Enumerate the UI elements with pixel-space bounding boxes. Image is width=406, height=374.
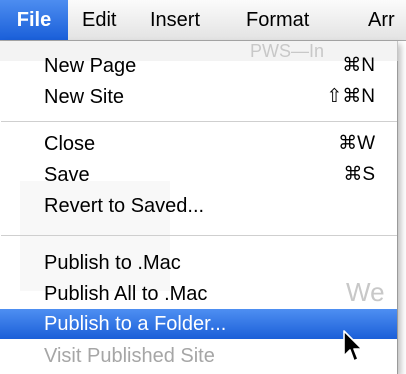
- menu-item-new-page[interactable]: New Page ⌘N: [0, 51, 397, 81]
- menu-arrange[interactable]: Arr: [368, 0, 395, 40]
- menu-item-visit-published-site: Visit Published Site: [0, 341, 397, 371]
- menu-item-label: New Page: [44, 55, 137, 77]
- menu-item-label: Revert to Saved...: [44, 195, 205, 217]
- menu-item-label: Publish to a Folder...: [44, 313, 227, 335]
- menu-file[interactable]: File: [0, 0, 68, 40]
- file-menu-dropdown: PWS—In We New Page ⌘N New Site ⇧⌘N Close…: [0, 41, 398, 374]
- menu-separator: [1, 235, 397, 236]
- menu-insert[interactable]: Insert: [150, 0, 200, 40]
- menu-item-revert-to-saved[interactable]: Revert to Saved...: [0, 191, 397, 221]
- menu-item-publish-to-mac[interactable]: Publish to .Mac: [0, 248, 397, 278]
- menu-item-label: Publish to .Mac: [44, 252, 181, 274]
- menu-item-label: New Site: [44, 86, 125, 108]
- menu-item-new-site[interactable]: New Site ⇧⌘N: [0, 82, 397, 112]
- menu-item-shortcut: ⇧⌘N: [326, 86, 375, 107]
- menu-item-label: Visit Published Site: [44, 345, 215, 367]
- menu-item-shortcut: ⌘N: [342, 55, 375, 76]
- menu-item-label: Save: [44, 164, 90, 186]
- menu-edit[interactable]: Edit: [82, 0, 116, 40]
- menu-item-save[interactable]: Save ⌘S: [0, 160, 397, 190]
- menu-format[interactable]: Format: [246, 0, 309, 40]
- mouse-pointer-icon: [343, 330, 363, 362]
- menu-item-label: Publish All to .Mac: [44, 283, 208, 305]
- menu-item-publish-to-folder[interactable]: Publish to a Folder...: [0, 309, 397, 339]
- menu-item-publish-all-to-mac[interactable]: Publish All to .Mac: [0, 279, 397, 309]
- menu-item-shortcut: ⌘W: [338, 133, 375, 154]
- screen: File Edit Insert Format Arr PWS—In We Ne…: [0, 0, 406, 374]
- menu-separator: [1, 121, 397, 122]
- menu-item-close[interactable]: Close ⌘W: [0, 129, 397, 159]
- menu-item-label: Close: [44, 133, 96, 155]
- menu-item-shortcut: ⌘S: [343, 164, 375, 185]
- menu-bar: File Edit Insert Format Arr: [0, 0, 406, 41]
